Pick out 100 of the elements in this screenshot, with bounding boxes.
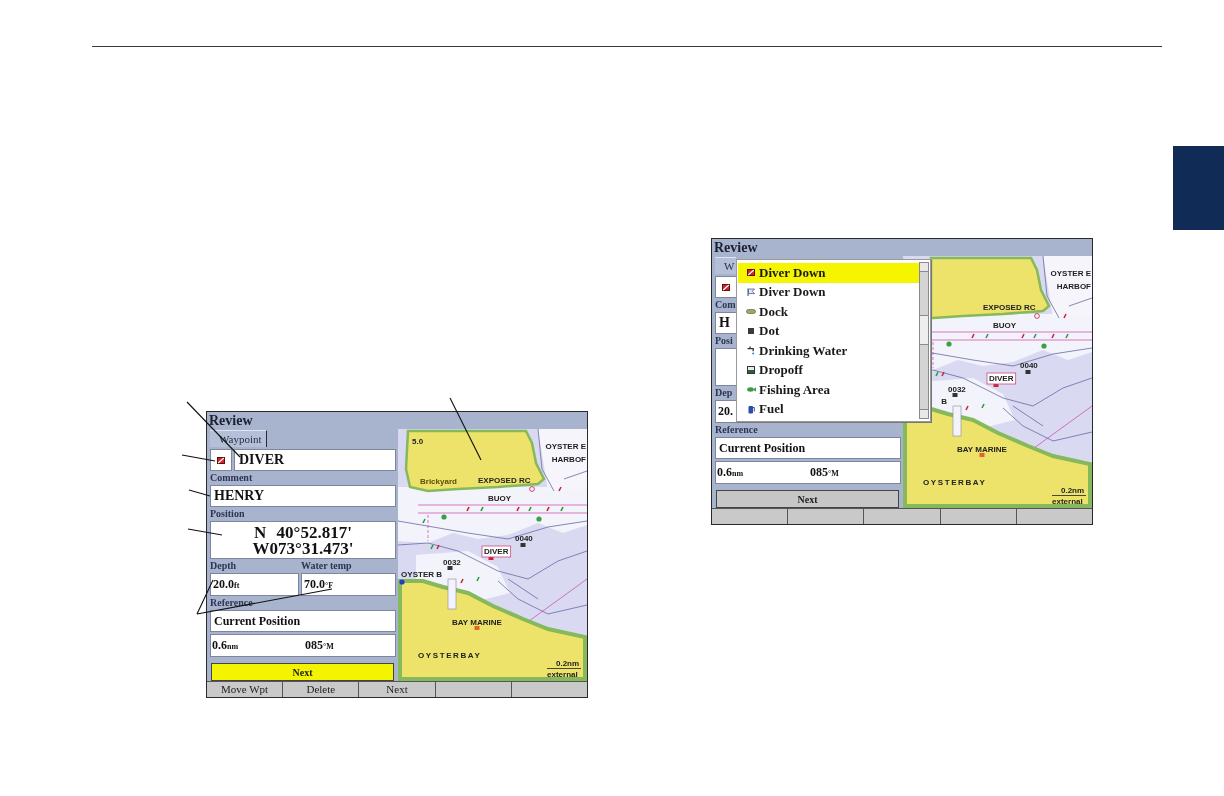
scrollbar[interactable]	[919, 262, 929, 419]
menu-item[interactable]: Dropoff	[738, 360, 919, 380]
tile-icon	[747, 366, 755, 375]
map-label: DIVER	[481, 545, 512, 558]
menu-item[interactable]: Drinking Water	[738, 341, 919, 361]
reference-field[interactable]: Current Position	[210, 610, 396, 632]
menu-item[interactable]: Diver Down	[738, 263, 919, 283]
buoy-icon	[528, 506, 532, 512]
faucet-icon	[747, 346, 755, 356]
map-label: B	[941, 397, 947, 406]
ring-icon	[529, 486, 535, 492]
comment-field[interactable]: HENRY	[210, 485, 396, 507]
name-field[interactable]: DIVER	[234, 449, 396, 471]
bearing-text: 085°M	[305, 638, 334, 653]
scroll-button[interactable]	[920, 263, 928, 272]
map-label: 5.0	[412, 437, 424, 446]
depth-field[interactable]: 20.0ft	[210, 573, 299, 596]
dot-icon	[441, 514, 447, 520]
buoy-icon	[516, 506, 520, 512]
map-label: 0040	[515, 534, 533, 543]
field-label: Depth	[210, 559, 237, 573]
map-label: external	[1052, 497, 1083, 506]
menu-item[interactable]: Fishing Area	[738, 380, 919, 400]
menu-item[interactable]: Dot	[738, 321, 919, 341]
map-label: 0.2nm	[1061, 486, 1085, 495]
scroll-button[interactable]	[920, 409, 928, 418]
capsule-icon	[746, 309, 756, 315]
buoy-icon	[546, 506, 550, 512]
field-label: Position	[210, 507, 245, 521]
dot-icon	[946, 341, 952, 347]
reference-field[interactable]: Current Position	[715, 437, 901, 459]
field-label: Comment	[210, 471, 253, 485]
bearing-text: 085°M	[810, 465, 839, 480]
leader-line	[449, 397, 482, 461]
map-label: 0.2nm	[556, 659, 580, 668]
flag-icon	[747, 269, 755, 277]
buoy-icon	[1065, 333, 1069, 339]
buoy-icon	[1021, 333, 1025, 339]
scale-bar	[1051, 495, 1087, 496]
scroll-thumb[interactable]	[920, 315, 928, 345]
flag-icon	[217, 456, 225, 464]
screen-title: Review	[713, 239, 758, 256]
map-label: 0032	[948, 385, 966, 394]
field-label: Reference	[715, 423, 758, 437]
depth-contour	[1068, 297, 1092, 307]
dot-icon	[1041, 343, 1047, 349]
field-label: Reference	[210, 596, 253, 610]
symbol-field[interactable]	[210, 449, 232, 471]
fuel-pump-icon	[747, 404, 755, 414]
buoy-icon	[560, 506, 564, 512]
fish-icon	[746, 387, 756, 393]
depth-field[interactable]: 20.	[715, 400, 737, 423]
leader-line	[188, 489, 211, 497]
buoy-icon	[460, 578, 464, 584]
position-field[interactable]: N 40°52.817' W073°31.473'	[210, 521, 396, 559]
distance-text: 0.6nm	[716, 465, 745, 480]
buoy-icon	[480, 506, 484, 512]
map-label: OYSTERBAY	[923, 478, 987, 487]
map-label: EXPOSED RC	[478, 476, 531, 485]
map-label: DIVER	[986, 372, 1017, 385]
buoy-icon	[971, 333, 975, 339]
map-label: HARBOF	[1056, 282, 1091, 291]
field-label: Water temp	[301, 559, 352, 573]
water-temp-field[interactable]: 70.0°F	[301, 573, 396, 596]
position-field[interactable]	[715, 348, 737, 386]
ring-icon	[1034, 313, 1040, 319]
buoy-icon	[1033, 333, 1037, 339]
field-label: Posi	[715, 334, 733, 348]
buoy-icon	[476, 576, 480, 582]
map-label: BUOY	[488, 494, 512, 503]
panel-tab[interactable]: W	[715, 257, 736, 274]
square-icon	[748, 328, 754, 335]
field-label: Dep	[715, 386, 733, 400]
map-label: OYSTER E	[545, 442, 586, 451]
menu-item[interactable]: Diver Down	[738, 282, 919, 302]
map-label: 0040	[1020, 361, 1038, 370]
pennant-icon	[747, 288, 755, 297]
next-button[interactable]: Next	[716, 490, 899, 508]
leader-line	[187, 528, 223, 536]
dot-icon	[399, 579, 405, 585]
next-button[interactable]: Next	[211, 663, 394, 681]
buoy-icon	[558, 486, 562, 492]
dot-icon	[536, 516, 542, 522]
comment-field[interactable]: H	[715, 312, 737, 334]
menu-item[interactable]: Dock	[738, 302, 919, 322]
symbol-field[interactable]	[715, 276, 737, 298]
map-label: OYSTER B	[401, 570, 442, 579]
menu-item[interactable]: Fuel	[738, 399, 919, 419]
buoy-icon	[985, 333, 989, 339]
screen-title: Review	[208, 412, 253, 429]
flag-icon	[722, 283, 730, 291]
field-label: Com	[715, 298, 736, 312]
buoy-icon	[965, 405, 969, 411]
map-label: BAY MARINE	[957, 445, 1007, 454]
map-label: BUOY	[993, 321, 1017, 330]
buoy-icon	[1051, 333, 1055, 339]
map-label: external	[547, 670, 578, 679]
map-label: Brickyard	[420, 477, 457, 486]
map-label: BAY MARINE	[452, 618, 502, 627]
buoy-icon	[1063, 313, 1067, 319]
